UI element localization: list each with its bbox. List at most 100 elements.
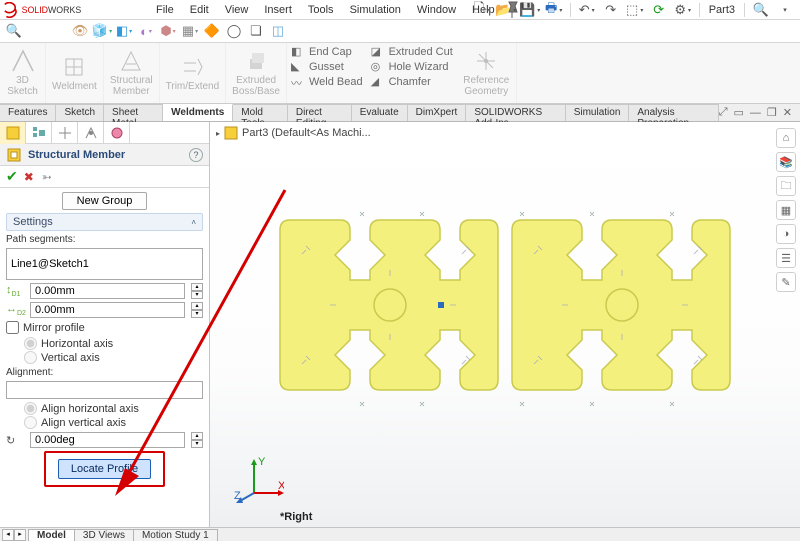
ribbon-extruded-boss[interactable]: Extruded Boss/Base [226, 43, 287, 103]
help-button[interactable]: ? [189, 148, 203, 162]
tab-analysis-prep[interactable]: Analysis Preparation [629, 104, 718, 121]
file-explorer-tab-icon[interactable]: 🗀 [776, 176, 796, 196]
menu-view[interactable]: View [217, 2, 257, 18]
rotation-field[interactable] [30, 432, 185, 448]
eye-icon[interactable]: 👁 [70, 22, 90, 40]
open-doc-button[interactable]: 📂 [495, 1, 517, 19]
mirror-profile-checkbox[interactable]: Mirror profile [6, 321, 203, 334]
menu-bar: SOLIDWORKS File Edit View Insert Tools S… [0, 0, 800, 20]
print-button[interactable]: 🖶 [543, 1, 565, 19]
prev-tab-button[interactable]: ◂ [2, 529, 14, 541]
search-chevron[interactable]: ▾ [774, 1, 796, 19]
fm-tab-feature[interactable] [26, 122, 52, 144]
search-button[interactable]: 🔍 [750, 1, 772, 19]
cancel-button[interactable]: ✖ [24, 170, 34, 184]
rebuild-button[interactable]: ⟳ [648, 1, 670, 19]
mirror-horizontal-radio[interactable]: Horizontal axis [24, 337, 203, 350]
graphics-view[interactable]: ▸ Part3 (Default<As Machi... ⌂ 📚 🗀 ▦ ◑ ☰… [210, 122, 800, 527]
align-vertical-radio[interactable]: Align vertical axis [24, 416, 203, 429]
ribbon-trim-extend[interactable]: Trim/Extend [160, 43, 227, 103]
tab-direct-editing[interactable]: Direct Editing [288, 104, 352, 121]
menu-simulation[interactable]: Simulation [342, 2, 409, 18]
expand-ribbon-button[interactable]: ⤢ [719, 106, 728, 119]
tab-mold-tools[interactable]: Mold Tools [233, 104, 288, 121]
fm-tab-config[interactable] [52, 122, 78, 144]
property-manager-icon [5, 125, 21, 141]
view-orientation[interactable]: 🧊 [92, 22, 112, 40]
menu-tools[interactable]: Tools [300, 2, 342, 18]
appearances[interactable]: 🔶 [202, 22, 222, 40]
ribbon-reference-geometry[interactable]: Reference Geometry [457, 43, 517, 103]
ribbon-3d-sketch[interactable]: 3D Sketch [0, 43, 46, 103]
custom-props-tab-icon[interactable]: ☰ [776, 248, 796, 268]
scene[interactable]: ◐ [136, 22, 156, 40]
misc-2[interactable]: ❏ [246, 22, 266, 40]
flyout-breadcrumb[interactable]: ▸ Part3 (Default<As Machi... [216, 126, 371, 140]
tab-sketch[interactable]: Sketch [56, 104, 104, 121]
ribbon-structural-member[interactable]: Structural Member [104, 43, 160, 103]
tab-dimxpert[interactable]: DimXpert [408, 104, 467, 121]
menu-window[interactable]: Window [409, 2, 464, 18]
cut-icon: ◪ [371, 45, 385, 59]
alignment-field[interactable] [6, 381, 203, 399]
pushpin-button[interactable]: ➳ [42, 170, 52, 184]
misc-3[interactable]: ◫ [268, 22, 288, 40]
ribbon-endcap[interactable]: ◧End Cap [291, 45, 363, 59]
offset-1-field[interactable] [30, 283, 185, 299]
view-settings[interactable]: ⬢ [158, 22, 178, 40]
ribbon-gusset[interactable]: ◣Gusset [291, 60, 363, 74]
tab-evaluate[interactable]: Evaluate [352, 104, 408, 121]
locate-profile-button[interactable]: Locate Profile [58, 459, 151, 479]
close-ribbon-button[interactable]: ✕ [783, 106, 792, 119]
next-tab-button[interactable]: ▸ [14, 529, 26, 541]
fm-tab-property[interactable] [0, 122, 26, 144]
appearances-tab-icon[interactable]: ◑ [776, 224, 796, 244]
tab-simulation[interactable]: Simulation [566, 104, 630, 121]
ribbon-extruded-cut[interactable]: ◪Extruded Cut [371, 45, 453, 59]
path-segments-field[interactable] [6, 248, 203, 280]
view-triad[interactable]: Y X Z [234, 455, 284, 505]
tab-weldments[interactable]: Weldments [163, 104, 233, 121]
rotation-spinner[interactable]: ▴▾ [191, 432, 203, 448]
menu-file[interactable]: File [148, 2, 182, 18]
options-button[interactable]: ⚙ [672, 1, 694, 19]
tab-addins[interactable]: SOLIDWORKS Add-Ins [466, 104, 565, 121]
ribbon-weldment[interactable]: Weldment [46, 43, 104, 103]
fm-tab-dimxpert[interactable] [78, 122, 104, 144]
undo-button[interactable]: ↶ [576, 1, 598, 19]
select-button[interactable]: ⬚ [624, 1, 646, 19]
menu-insert[interactable]: Insert [256, 2, 300, 18]
fm-tab-display[interactable] [104, 122, 130, 144]
design-lib-tab-icon[interactable]: 📚 [776, 152, 796, 172]
save-button[interactable]: 💾 [519, 1, 541, 19]
redo-button[interactable]: ↷ [600, 1, 622, 19]
ribbon-chamfer[interactable]: ◢Chamfer [371, 75, 453, 89]
magnify-icon[interactable]: 🔍 [4, 22, 24, 40]
offset-2-field[interactable] [30, 302, 185, 318]
mirror-vertical-radio[interactable]: Vertical axis [24, 351, 203, 364]
settings-header[interactable]: Settings˄ [6, 213, 203, 231]
tab-features[interactable]: Features [0, 104, 56, 121]
forum-tab-icon[interactable]: ✎ [776, 272, 796, 292]
align-horizontal-radio[interactable]: Align horizontal axis [24, 402, 203, 415]
ribbon-weldbead[interactable]: 〰Weld Bead [291, 75, 363, 89]
resources-tab-icon[interactable]: ⌂ [776, 128, 796, 148]
offset-1-spinner[interactable]: ▴▾ [191, 283, 203, 299]
minimize-ribbon-button[interactable]: — [750, 107, 761, 119]
hide-show[interactable]: ▦ [180, 22, 200, 40]
offset-2-spinner[interactable]: ▴▾ [191, 302, 203, 318]
tab-sheet-metal[interactable]: Sheet Metal [104, 104, 163, 121]
ribbon-hole-wizard[interactable]: ◎Hole Wizard [371, 60, 453, 74]
new-group-button[interactable]: New Group [62, 192, 148, 210]
bottom-tab-3dviews[interactable]: 3D Views [74, 529, 134, 541]
bottom-tab-motion-study[interactable]: Motion Study 1 [133, 529, 218, 541]
misc-1[interactable]: ◯ [224, 22, 244, 40]
ok-button[interactable]: ✔ [6, 168, 18, 185]
restore-ribbon-button[interactable]: ❐ [767, 106, 777, 119]
bottom-tab-model[interactable]: Model [28, 529, 75, 541]
collapse-ribbon-button[interactable]: ▭ [734, 106, 744, 119]
display-style[interactable]: ◧ [114, 22, 134, 40]
new-doc-button[interactable]: 🗋 [471, 1, 493, 19]
menu-edit[interactable]: Edit [182, 2, 217, 18]
view-palette-tab-icon[interactable]: ▦ [776, 200, 796, 220]
